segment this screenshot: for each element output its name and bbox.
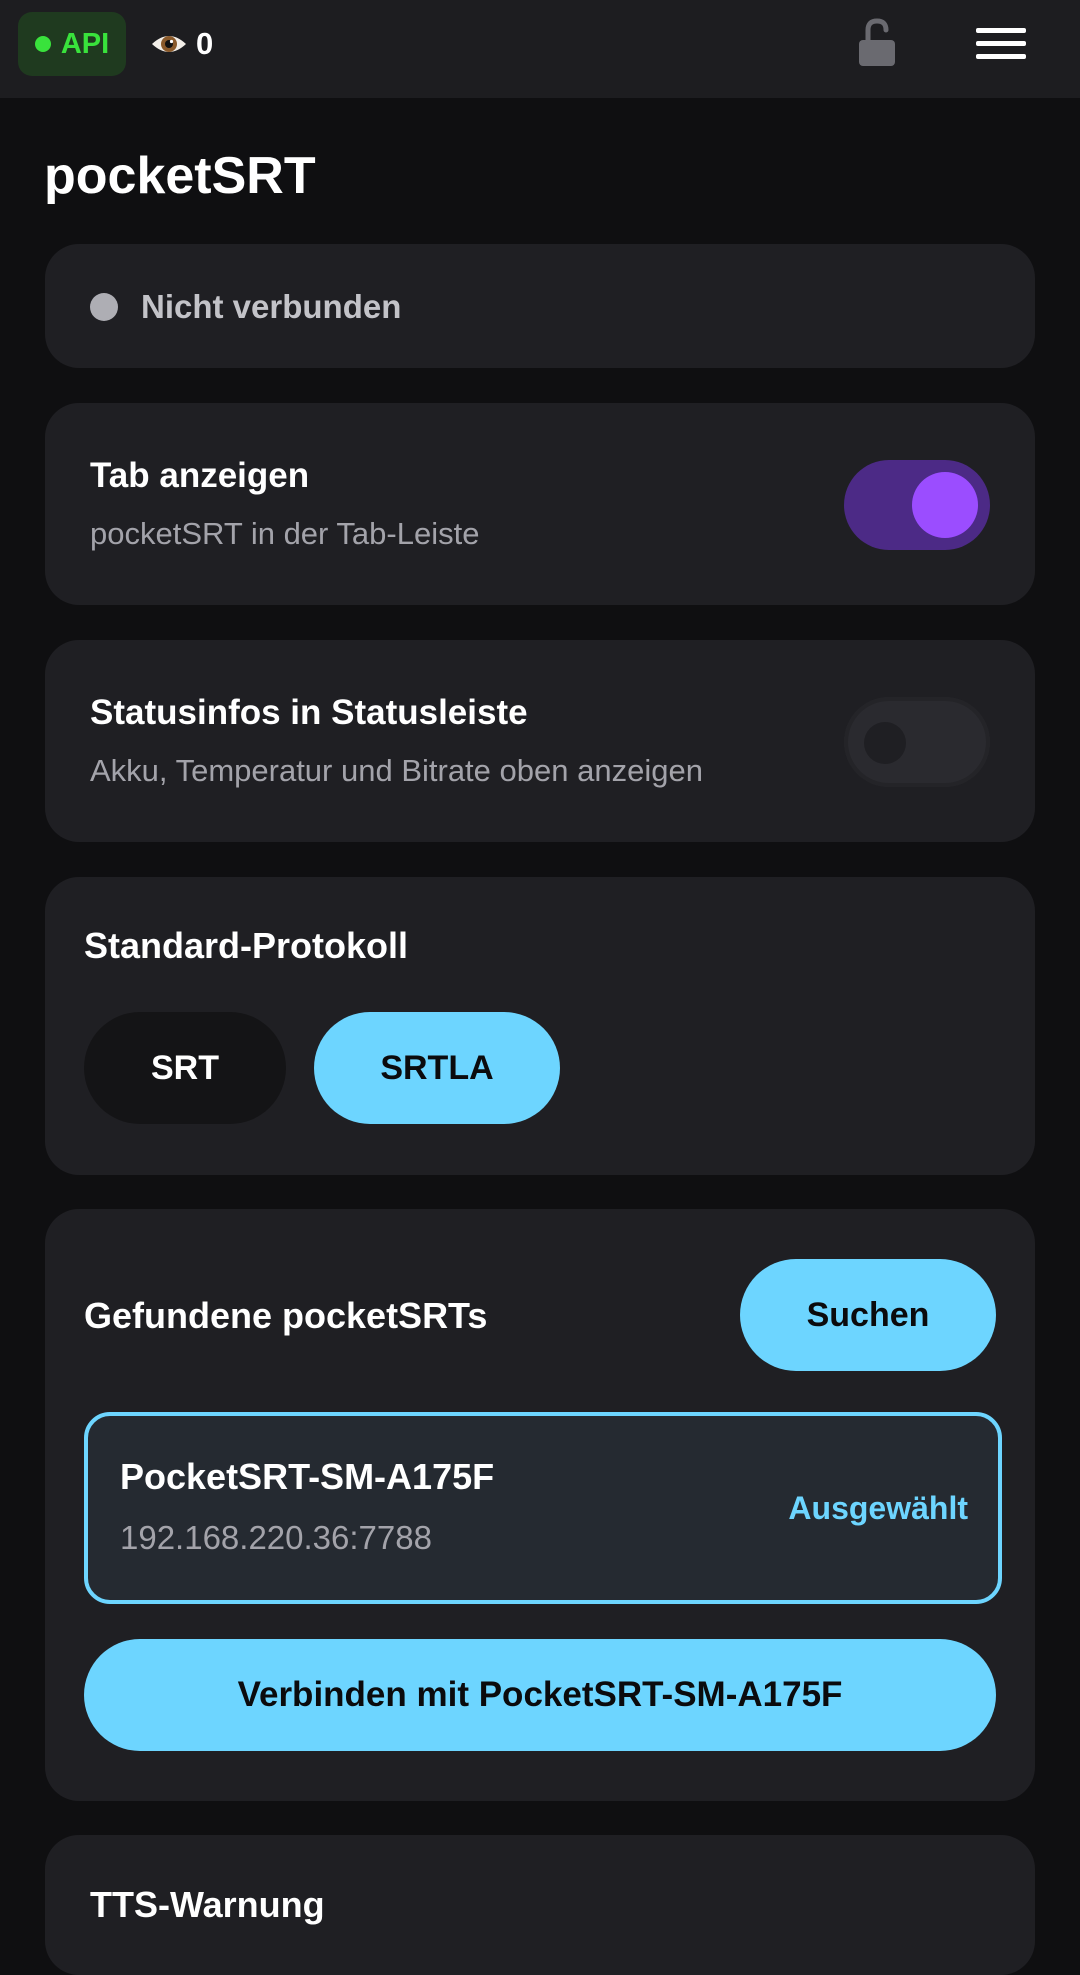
- protocol-option-srt[interactable]: SRT: [84, 1012, 286, 1124]
- toggle-knob: [864, 722, 906, 764]
- device-address: 192.168.220.36:7788: [120, 1519, 432, 1556]
- viewer-count: 0: [196, 26, 214, 61]
- unlock-icon[interactable]: [856, 18, 900, 68]
- toggle-knob: [912, 472, 978, 538]
- api-status-badge[interactable]: API: [18, 12, 126, 76]
- protocol-option-srtla[interactable]: SRTLA: [314, 1012, 560, 1124]
- setting-title-status-info: Statusinfos in Statusleiste: [90, 693, 528, 732]
- device-selected-label: Ausgewählt: [788, 1490, 968, 1526]
- api-status-dot: [34, 36, 51, 52]
- eye-icon: [152, 36, 186, 52]
- device-list-item[interactable]: PocketSRT-SM-A175F 192.168.220.36:7788 A…: [84, 1412, 1002, 1604]
- connection-status-text: Nicht verbunden: [141, 288, 402, 325]
- top-bar: API 0: [0, 0, 1080, 98]
- status-info-toggle[interactable]: [844, 697, 990, 787]
- setting-subtitle-show-tab: pocketSRT in der Tab-Leiste: [90, 516, 480, 551]
- page-title: pocketSRT: [44, 147, 316, 205]
- search-button[interactable]: Suchen: [740, 1259, 996, 1371]
- api-label: API: [60, 27, 110, 60]
- setting-title-show-tab: Tab anzeigen: [90, 456, 310, 495]
- devices-heading: Gefundene pocketSRTs: [84, 1295, 488, 1336]
- device-name: PocketSRT-SM-A175F: [120, 1456, 495, 1497]
- status-indicator-dot: [90, 293, 118, 321]
- setting-subtitle-status-info: Akku, Temperatur und Bitrate oben anzeig…: [90, 753, 703, 788]
- show-tab-toggle[interactable]: [844, 460, 990, 550]
- protocol-heading: Standard-Protokoll: [84, 925, 409, 966]
- connect-button[interactable]: Verbinden mit PocketSRT-SM-A175F: [84, 1639, 996, 1751]
- hamburger-menu-icon[interactable]: [974, 22, 1028, 66]
- viewer-counter: 0: [150, 22, 213, 66]
